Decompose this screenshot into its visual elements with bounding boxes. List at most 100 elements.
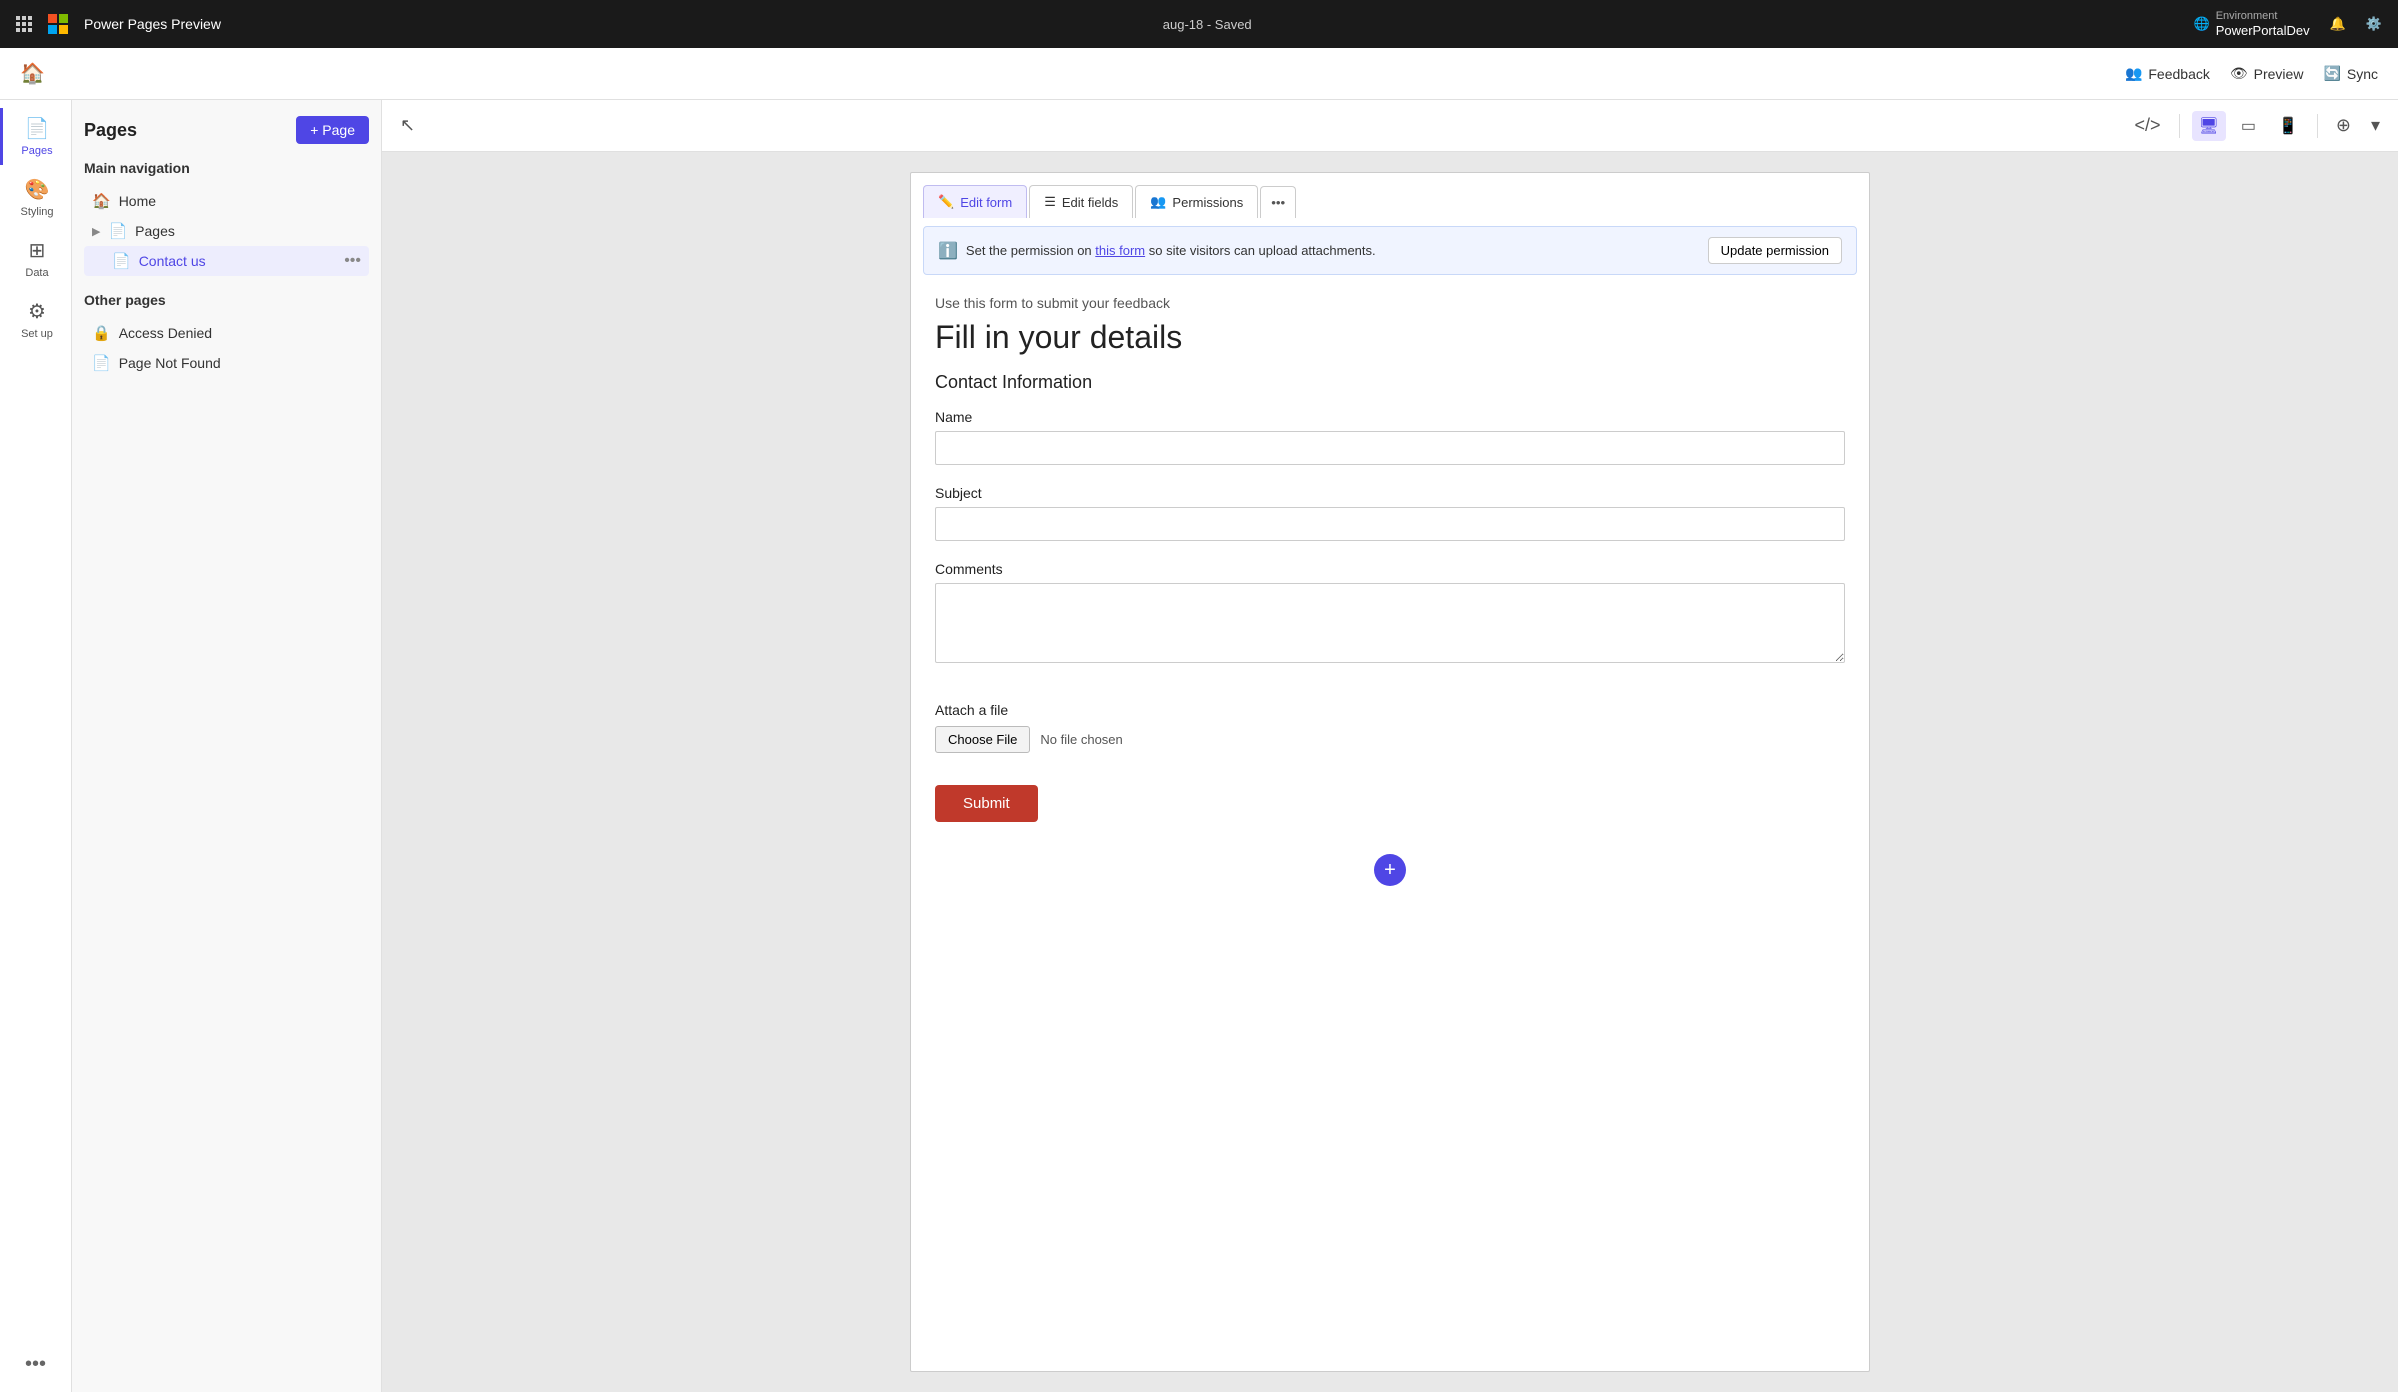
name-label: Name	[935, 409, 1845, 425]
mobile-icon: 📱	[2278, 118, 2298, 135]
edit-form-tab[interactable]: ✏️ Edit form	[923, 185, 1027, 218]
add-page-label: + Page	[310, 122, 355, 138]
feedback-label: Feedback	[2148, 66, 2209, 82]
zoom-dropdown-button[interactable]: ▾	[2365, 109, 2386, 142]
home-nav-icon: 🏠	[92, 192, 111, 210]
secondary-bar: 🏠 👥 Feedback 👁 Preview 🔄 Sync	[0, 48, 2398, 100]
add-page-button[interactable]: + Page	[296, 116, 369, 144]
pages-panel-header: Pages + Page	[84, 116, 369, 144]
top-bar-right: 🌐 Environment PowerPortalDev 🔔 ⚙️	[2194, 10, 2383, 39]
desktop-icon: 🖥	[2199, 118, 2219, 135]
pages-icon: 📄	[25, 116, 50, 141]
subject-field: Subject	[935, 485, 1845, 541]
canvas-content: ✏️ Edit form ☰ Edit fields 👥 Permissions…	[382, 152, 2398, 1392]
tablet-icon: ▭	[2241, 118, 2256, 135]
environment-name: PowerPortalDev	[2216, 23, 2310, 39]
form-subtitle: Use this form to submit your feedback	[935, 295, 1845, 311]
update-permission-button[interactable]: Update permission	[1708, 237, 1842, 264]
microsoft-logo	[48, 14, 68, 34]
zoom-button[interactable]: ⊕	[2330, 109, 2357, 142]
settings-gear[interactable]: ⚙️	[2366, 16, 2382, 32]
cursor-icon: ↖	[400, 115, 415, 135]
toolbar-divider-1	[2179, 114, 2180, 138]
secondary-bar-left: 🏠	[20, 61, 45, 86]
permission-notice: ℹ️ Set the permission on this form so si…	[923, 226, 1857, 275]
sidebar-data-label: Data	[25, 267, 48, 279]
file-attach-section: Attach a file Choose File No file chosen	[935, 686, 1845, 769]
name-field: Name	[935, 409, 1845, 465]
mobile-view-button[interactable]: 📱	[2271, 111, 2305, 141]
document-title: aug-18 - Saved	[1163, 17, 1252, 32]
pages-nav-label: Pages	[135, 223, 175, 239]
permissions-icon: 👥	[1150, 194, 1166, 210]
notification-bell[interactable]: 🔔	[2330, 16, 2346, 32]
sidebar-item-setup[interactable]: ⚙ Set up	[0, 291, 71, 348]
name-input[interactable]	[935, 431, 1845, 465]
pages-nav-icon: 📄	[108, 222, 127, 240]
comments-label: Comments	[935, 561, 1845, 577]
choose-file-label: Choose File	[948, 732, 1017, 747]
main-layout: 📄 Pages 🎨 Styling ⊞ Data ⚙ Set up ••• Pa…	[0, 100, 2398, 1392]
desktop-view-button[interactable]: 🖥	[2192, 111, 2226, 141]
preview-label: Preview	[2254, 66, 2304, 82]
form-toolbar-more-button[interactable]: •••	[1260, 186, 1296, 218]
sidebar-item-pages[interactable]: 📄 Pages	[0, 108, 71, 165]
form-toolbar: ✏️ Edit form ☰ Edit fields 👥 Permissions…	[911, 173, 1869, 218]
chevron-down-icon: ▾	[2371, 115, 2380, 135]
sidebar-item-styling[interactable]: 🎨 Styling	[0, 169, 71, 226]
add-section-row: +	[911, 842, 1869, 898]
gear-icon: ⚙️	[2366, 16, 2382, 32]
contact-nav-icon: 📄	[112, 252, 131, 270]
sync-button[interactable]: 🔄 Sync	[2323, 65, 2378, 82]
canvas-toolbar-right: </> 🖥 ▭ 📱 ⊕ ▾	[2128, 109, 2386, 142]
permission-form-link[interactable]: this form	[1095, 243, 1145, 258]
plus-icon: +	[1384, 859, 1396, 882]
submit-button[interactable]: Submit	[935, 785, 1038, 822]
home-icon[interactable]: 🏠	[20, 61, 45, 86]
cursor-tool-button[interactable]: ↖	[394, 109, 421, 142]
other-pages-section: Other pages 🔒 Access Denied 📄 Page Not F…	[84, 292, 369, 378]
preview-button[interactable]: 👁 Preview	[2230, 65, 2304, 82]
attach-label: Attach a file	[935, 702, 1845, 718]
sidebar-styling-label: Styling	[20, 206, 53, 218]
app-title: Power Pages Preview	[84, 16, 221, 32]
waffle-menu[interactable]	[16, 16, 32, 32]
bell-icon: 🔔	[2330, 16, 2346, 32]
feedback-icon: 👥	[2125, 65, 2142, 82]
comments-textarea[interactable]	[935, 583, 1845, 663]
nav-item-pages[interactable]: ▶ 📄 Pages	[84, 216, 369, 246]
edit-fields-tab[interactable]: ☰ Edit fields	[1029, 185, 1133, 218]
edit-fields-label: Edit fields	[1062, 195, 1118, 210]
environment-info[interactable]: 🌐 Environment PowerPortalDev	[2194, 10, 2310, 39]
more-icon: •••	[25, 1353, 46, 1375]
code-icon: </>	[2134, 115, 2160, 135]
edit-form-label: Edit form	[960, 195, 1012, 210]
feedback-button[interactable]: 👥 Feedback	[2125, 65, 2210, 82]
tablet-view-button[interactable]: ▭	[2234, 111, 2263, 141]
choose-file-button[interactable]: Choose File	[935, 726, 1030, 753]
add-section-button[interactable]: +	[1374, 854, 1406, 886]
edit-form-icon: ✏️	[938, 194, 954, 210]
comments-field: Comments	[935, 561, 1845, 666]
canvas-toolbar-left: ↖	[394, 109, 421, 142]
permission-notice-text: Set the permission on this form so site …	[966, 243, 1376, 258]
subject-input[interactable]	[935, 507, 1845, 541]
sidebar-more[interactable]: •••	[25, 1353, 46, 1392]
sync-icon: 🔄	[2323, 65, 2340, 82]
nav-item-access-denied[interactable]: 🔒 Access Denied	[84, 318, 369, 348]
permissions-tab[interactable]: 👥 Permissions	[1135, 185, 1258, 218]
sidebar-pages-label: Pages	[21, 145, 52, 157]
icon-sidebar: 📄 Pages 🎨 Styling ⊞ Data ⚙ Set up •••	[0, 100, 72, 1392]
contact-us-more-icon[interactable]: •••	[344, 252, 361, 270]
permission-notice-left: ℹ️ Set the permission on this form so si…	[938, 241, 1376, 261]
permissions-label: Permissions	[1172, 195, 1243, 210]
no-file-text: No file chosen	[1040, 732, 1122, 747]
nav-item-page-not-found[interactable]: 📄 Page Not Found	[84, 348, 369, 378]
nav-item-home[interactable]: 🏠 Home	[84, 186, 369, 216]
code-view-button[interactable]: </>	[2128, 109, 2166, 142]
info-icon: ℹ️	[938, 241, 958, 261]
sidebar-item-data[interactable]: ⊞ Data	[0, 230, 71, 287]
top-bar: Power Pages Preview aug-18 - Saved 🌐 Env…	[0, 0, 2398, 48]
nav-item-contact-us[interactable]: 📄 Contact us •••	[84, 246, 369, 276]
file-input-row: Choose File No file chosen	[935, 726, 1845, 753]
